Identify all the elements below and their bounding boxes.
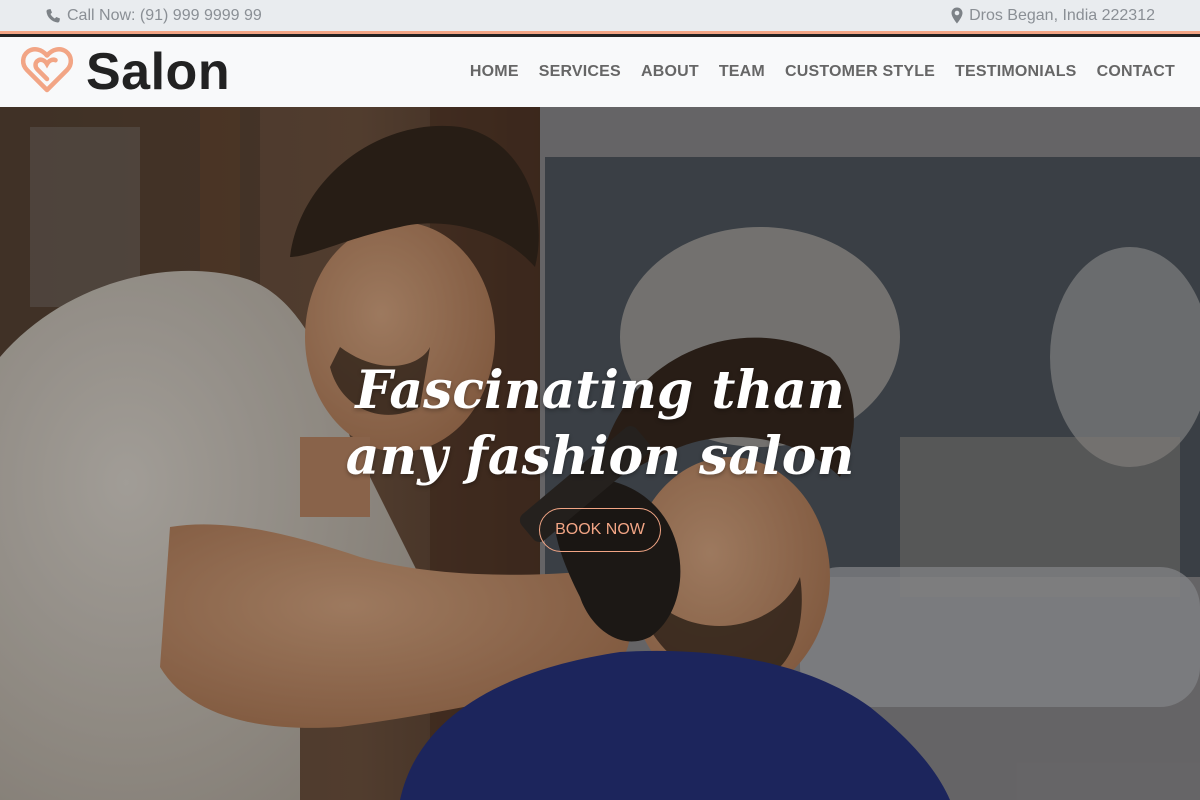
nav-services[interactable]: SERVICES: [539, 63, 621, 81]
phone-text: Call Now: (91) 999 9999 99: [67, 6, 262, 24]
primary-nav: HOME SERVICES ABOUT TEAM CUSTOMER STYLE …: [470, 63, 1180, 81]
location-info: Dros Began, India 222312: [951, 7, 1155, 25]
nav-customer-style[interactable]: CUSTOMER STYLE: [785, 63, 935, 81]
main-navbar: Salon HOME SERVICES ABOUT TEAM CUSTOMER …: [0, 37, 1200, 107]
nav-home[interactable]: HOME: [470, 63, 519, 81]
hero-section: Fascinating than any fashion salon BOOK …: [0, 107, 1200, 800]
nav-testimonials[interactable]: TESTIMONIALS: [955, 63, 1077, 81]
book-now-button[interactable]: BOOK NOW: [539, 507, 661, 552]
nav-contact[interactable]: CONTACT: [1097, 63, 1175, 81]
nav-team[interactable]: TEAM: [719, 63, 765, 81]
brand-logo-link[interactable]: Salon: [20, 42, 230, 102]
hero-headline: Fascinating than any fashion salon: [345, 359, 855, 487]
nav-about[interactable]: ABOUT: [641, 63, 699, 81]
map-marker-icon: [951, 7, 963, 24]
brand-name: Salon: [86, 43, 231, 101]
phone-icon: [45, 8, 61, 24]
top-info-bar: Call Now: (91) 999 9999 99 Dros Began, I…: [0, 0, 1200, 34]
hero-content: Fascinating than any fashion salon BOOK …: [0, 107, 1200, 800]
phone-contact[interactable]: Call Now: (91) 999 9999 99: [45, 7, 262, 25]
location-text: Dros Began, India 222312: [969, 6, 1155, 24]
heart-logo-icon: [20, 46, 74, 99]
